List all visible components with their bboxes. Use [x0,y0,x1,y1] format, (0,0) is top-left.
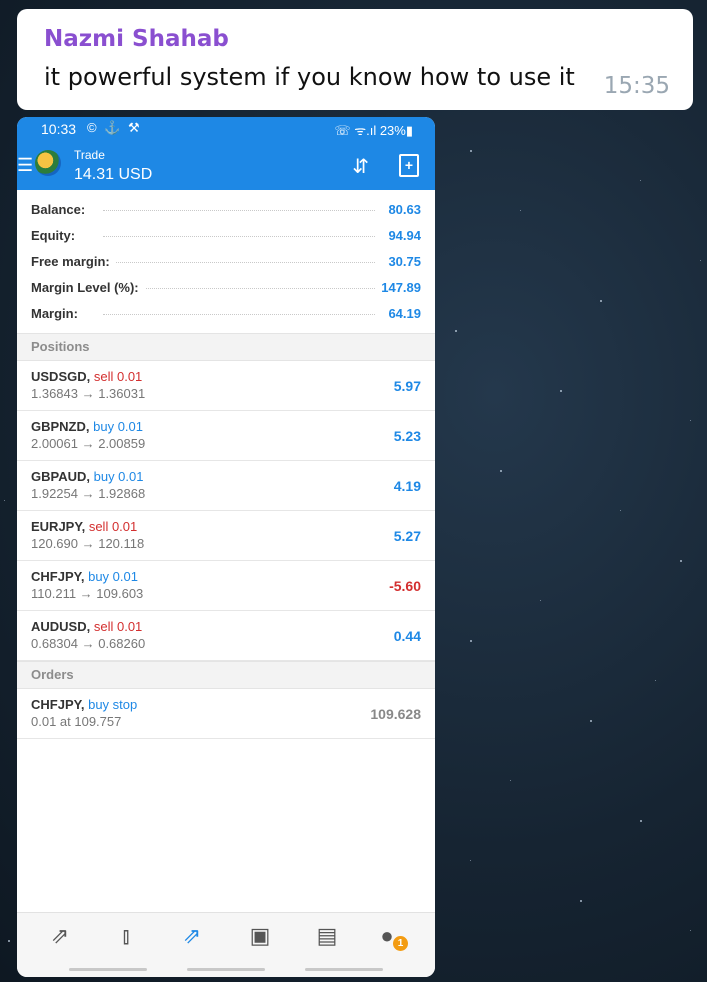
position-row[interactable]: GBPAUD, buy 0.01 1.92254 → 1.92868 4.19 [17,461,435,511]
trade-tab-icon[interactable]: ⇗ [177,923,207,949]
summary-label: Free margin: [31,254,116,269]
position-prices: 120.690 → 120.118 [31,536,145,551]
position-profit: 4.19 [393,478,421,494]
menu-icon[interactable]: ☰ [17,155,33,176]
symbol-name: GBPAUD, [31,469,90,484]
orders-list: CHFJPY, buy stop 0.01 at 109.757 109.628 [17,689,435,739]
positions-header: Positions [17,333,435,361]
sender-name[interactable]: Nazmi Shahab [44,26,229,52]
order-row[interactable]: CHFJPY, buy stop 0.01 at 109.757 109.628 [17,689,435,739]
order-detail: 0.01 at 109.757 [31,714,122,729]
summary-row: Margin Level (%): 147.89 [17,274,435,300]
summary-label: Equity: [31,228,82,243]
tab-glyph: ⇗ [182,923,202,948]
order-price: 109.628 [370,706,421,722]
position-symbol: AUDUSD, sell 0.01 [31,619,142,634]
symbol-name: AUDUSD, [31,619,91,634]
symbol-name: CHFJPY, [31,697,85,712]
news-tab-icon[interactable]: ▤ [312,923,342,949]
mt-logo-icon [35,150,61,176]
screenshot-attachment[interactable]: 10:33 © ⚓ ⚒ ☏ ᯤ.ıl 23%▮ ☰ Trade 14.31 US… [17,117,435,977]
leader-dots [103,314,375,315]
symbol-name: CHFJPY, [31,569,85,584]
sort-icon[interactable]: ⇵ [352,154,369,179]
symbol-name: GBPNZD, [31,419,90,434]
position-side: sell 0.01 [93,619,143,634]
position-symbol: USDSGD, sell 0.01 [31,369,142,384]
order-symbol: CHFJPY, buy stop [31,697,137,712]
leader-dots [103,210,375,211]
positions-list: USDSGD, sell 0.01 1.36843 → 1.36031 5.97 GB… [17,361,435,661]
position-side: sell 0.01 [93,369,143,384]
tab-glyph: ▣ [249,923,271,948]
symbol-name: USDSGD, [31,369,91,384]
position-symbol: GBPAUD, buy 0.01 [31,469,143,484]
status-clock: 10:33 [41,121,77,137]
symbol-name: EURJPY, [31,519,86,534]
position-row[interactable]: USDSGD, sell 0.01 1.36843 → 1.36031 5.97 [17,361,435,411]
summary-value: 147.89 [375,280,421,295]
position-side: buy 0.01 [93,469,144,484]
nav-handle [305,968,383,971]
messages-tab-icon[interactable]: ● 1 [372,923,408,951]
position-prices: 2.00061 → 2.00859 [31,436,146,451]
position-side: sell 0.01 [88,519,138,534]
position-profit: 5.27 [393,528,421,544]
position-row[interactable]: GBPNZD, buy 0.01 2.00061 → 2.00859 5.23 [17,411,435,461]
status-bar: 10:33 © ⚓ ⚒ ☏ ᯤ.ıl 23%▮ [17,117,435,142]
quotes-tab-icon[interactable]: ⇗ [45,923,75,949]
nav-handle [187,968,265,971]
summary-row: Free margin: 30.75 [17,248,435,274]
app-bar-balance: 14.31 USD [74,166,153,183]
summary-label: Margin: [31,306,84,321]
summary-label: Balance: [31,202,92,217]
summary-label: Margin Level (%): [31,280,145,295]
notification-icons: © ⚓ ⚒ [87,120,142,135]
leader-dots [103,236,375,237]
summary-value: 94.94 [382,228,421,243]
orders-header: Orders [17,661,435,689]
message-time: 15:35 [603,73,670,99]
account-summary: Balance: 80.63 Equity: 94.94 Free margin: 30.… [17,190,435,326]
position-profit: 5.23 [393,428,421,444]
position-row[interactable]: CHFJPY, buy 0.01 110.211 → 109.603 -5.60 [17,561,435,611]
tab-glyph: ● [380,923,394,948]
order-type: buy stop [88,697,138,712]
position-profit: 0.44 [393,628,421,644]
new-order-icon[interactable]: + [399,154,419,177]
message-bubble[interactable]: Nazmi Shahab it powerful system if you k… [17,9,693,110]
position-side: buy 0.01 [88,569,138,584]
tab-glyph: ⇗ [50,923,70,948]
position-prices: 1.36843 → 1.36031 [31,386,146,401]
position-prices: 0.68304 → 0.68260 [31,636,146,651]
position-row[interactable]: AUDUSD, sell 0.01 0.68304 → 0.68260 0.44 [17,611,435,661]
position-side: buy 0.01 [93,419,143,434]
tab-glyph: ⫾ [122,923,130,948]
battery-signal-indicator: ☏ ᯤ.ıl 23%▮ [334,123,413,138]
bottom-tab-bar: ⇗ ⫾ ⇗ ▣ ▤ ● 1 [17,912,435,977]
summary-row: Balance: 80.63 [17,196,435,222]
summary-value: 64.19 [382,306,421,321]
nav-handle [69,968,147,971]
position-profit: -5.60 [389,578,421,594]
history-tab-icon[interactable]: ▣ [245,923,275,949]
leader-dots [103,262,375,263]
summary-row: Margin: 64.19 [17,300,435,326]
position-prices: 1.92254 → 1.92868 [31,486,146,501]
message-text: it powerful system if you know how to us… [44,63,575,91]
tab-glyph: ▤ [316,923,338,948]
position-symbol: EURJPY, sell 0.01 [31,519,137,534]
position-row[interactable]: EURJPY, sell 0.01 120.690 → 120.118 5.27 [17,511,435,561]
summary-value: 30.75 [382,254,421,269]
position-symbol: CHFJPY, buy 0.01 [31,569,138,584]
unread-badge: 1 [393,936,408,951]
chart-tab-icon[interactable]: ⫾ [111,923,141,949]
app-bar-title: Trade [74,148,105,162]
position-symbol: GBPNZD, buy 0.01 [31,419,143,434]
app-bar: ☰ Trade 14.31 USD ⇵ + [17,142,435,190]
summary-value: 80.63 [382,202,421,217]
position-profit: 5.97 [393,378,421,394]
summary-row: Equity: 94.94 [17,222,435,248]
position-prices: 110.211 → 109.603 [31,586,144,601]
